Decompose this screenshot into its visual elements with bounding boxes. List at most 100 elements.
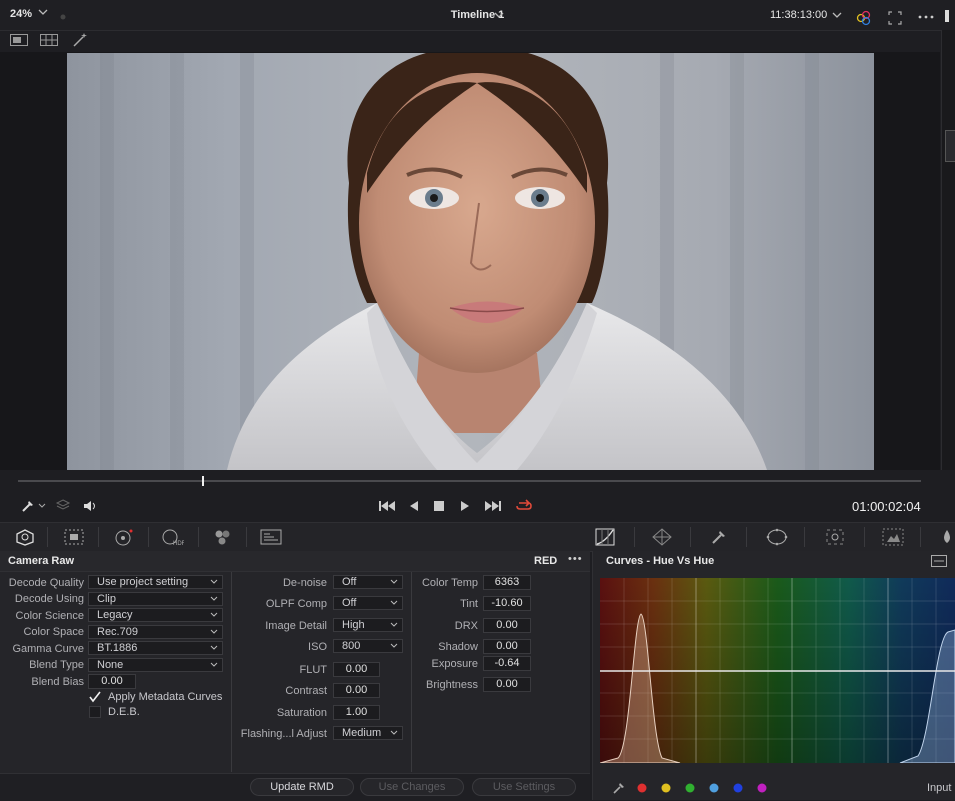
use-changes-button[interactable]: Use Changes [360, 778, 464, 796]
loop-icon[interactable] [515, 498, 533, 514]
curves-icon[interactable] [595, 528, 615, 546]
camera-raw-header [0, 551, 590, 572]
tracker-icon[interactable] [825, 528, 845, 546]
magic-wand-icon[interactable] [72, 32, 88, 48]
palette-toolbar: HDR [0, 522, 955, 552]
motion-effects-icon[interactable] [260, 529, 282, 545]
field-label: Decode Using [14, 593, 84, 605]
hue-swatch-dot[interactable] [733, 783, 743, 793]
hue-swatch-dot[interactable] [685, 783, 695, 793]
deb-checkbox[interactable] [89, 706, 101, 718]
hdr-wheels-icon[interactable]: HDR [160, 528, 184, 546]
chevron-down-icon [390, 579, 398, 584]
color-wheels-icon[interactable] [114, 528, 134, 546]
drx-input[interactable]: 0.00 [483, 618, 531, 633]
rgb-mixer-icon[interactable] [212, 528, 232, 546]
stop-icon[interactable] [433, 500, 445, 512]
color-match-icon[interactable] [64, 529, 84, 545]
play-icon[interactable] [459, 499, 471, 513]
key-icon[interactable] [940, 528, 954, 546]
chevron-down-icon [390, 643, 398, 648]
brightness-input[interactable]: 0.00 [483, 677, 531, 692]
eyedropper-icon[interactable] [20, 498, 36, 514]
single-viewer-icon[interactable] [10, 34, 28, 46]
hue-swatch-dot[interactable] [757, 783, 767, 793]
use-settings-button[interactable]: Use Settings [472, 778, 576, 796]
window-icon[interactable] [766, 528, 788, 546]
hue-swatch-dot[interactable] [637, 783, 647, 793]
flut-input[interactable]: 0.00 [333, 662, 380, 677]
saturation-input[interactable]: 1.00 [333, 705, 380, 720]
checkbox-label: Apply Metadata Curves [108, 691, 223, 703]
gamma-curve-dropdown[interactable]: BT.1886 [88, 641, 223, 655]
more-options-icon[interactable] [918, 15, 934, 19]
fullscreen-icon[interactable] [888, 11, 902, 25]
chevron-down-icon[interactable] [494, 12, 504, 20]
chevron-down-icon [210, 629, 218, 634]
play-reverse-icon[interactable] [408, 499, 420, 513]
layers-icon[interactable] [55, 498, 71, 514]
more-options-button[interactable]: ••• [568, 553, 583, 565]
field-label: Exposure [431, 658, 478, 670]
divider [246, 527, 247, 547]
tint-input[interactable]: -10.60 [483, 596, 531, 611]
blend-type-dropdown[interactable]: None [88, 658, 223, 672]
chevron-down-icon[interactable] [832, 12, 842, 20]
color-science-dropdown[interactable]: Legacy [88, 608, 223, 622]
color-temp-input[interactable]: 6363 [483, 575, 531, 590]
image-detail-dropdown[interactable]: High [333, 618, 403, 632]
color-space-dropdown[interactable]: Rec.709 [88, 625, 223, 639]
transport-controls [0, 490, 955, 522]
eyedropper-icon[interactable] [612, 781, 626, 795]
chevron-down-icon [210, 596, 218, 601]
iso-dropdown[interactable]: 800 [333, 639, 403, 653]
hue-swatch-dot[interactable] [661, 783, 671, 793]
input-label: Input [927, 782, 952, 794]
viewer-sub-toolbar [0, 30, 940, 52]
go-to-end-icon[interactable] [484, 499, 502, 513]
color-wheel-icon[interactable] [856, 10, 872, 26]
hue-swatch-dot[interactable] [709, 783, 719, 793]
playhead[interactable] [202, 476, 205, 486]
camera-raw-icon[interactable] [14, 528, 36, 546]
chevron-down-icon [210, 645, 218, 650]
divider [804, 527, 805, 547]
checkmark-icon[interactable] [89, 691, 101, 703]
curves-title: Curves - Hue Vs Hue [606, 555, 715, 567]
blend-bias-input[interactable]: 0.00 [88, 674, 136, 689]
color-warper-icon[interactable] [652, 528, 672, 546]
node-icon[interactable] [945, 130, 955, 162]
exposure-input[interactable]: -0.64 [483, 656, 531, 671]
volume-icon[interactable] [82, 498, 98, 514]
blur-icon[interactable] [882, 528, 904, 546]
playback-timecode[interactable]: 01:00:02:04 [852, 499, 921, 514]
hue-vs-hue-graph[interactable] [600, 578, 955, 763]
decode-quality-dropdown[interactable]: Use project setting [88, 575, 223, 589]
field-label: Contrast [285, 685, 327, 697]
field-label: Brightness [426, 679, 478, 691]
chevron-down-icon[interactable] [38, 503, 46, 509]
flashing-adjust-dropdown[interactable]: Medium [333, 726, 403, 740]
split-viewer-icon[interactable] [40, 34, 58, 46]
qualifier-icon[interactable] [710, 528, 728, 546]
field-label: Color Temp [421, 577, 478, 589]
curves-mode-icon[interactable] [931, 555, 947, 567]
timecode-display[interactable]: 11:38:13:00 [770, 9, 827, 21]
field-label: Gamma Curve [12, 643, 84, 655]
field-label: Blend Type [29, 659, 84, 671]
contrast-input[interactable]: 0.00 [333, 683, 380, 698]
field-label: Blend Bias [31, 676, 84, 688]
decode-using-dropdown[interactable]: Clip [88, 592, 223, 606]
divider [746, 527, 747, 547]
node-editor-strip[interactable] [941, 30, 955, 470]
panel-title: Camera Raw [8, 555, 75, 567]
shadow-input[interactable]: 0.00 [483, 639, 531, 654]
portrait-image [67, 53, 874, 470]
timeline-scrubber[interactable] [18, 480, 921, 482]
viewer-image[interactable] [67, 53, 874, 470]
olpf-comp-dropdown[interactable]: Off [333, 596, 403, 610]
update-rmd-button[interactable]: Update RMD [250, 778, 354, 796]
denoise-dropdown[interactable]: Off [333, 575, 403, 589]
panel-marker [945, 10, 949, 22]
go-to-start-icon[interactable] [378, 499, 396, 513]
